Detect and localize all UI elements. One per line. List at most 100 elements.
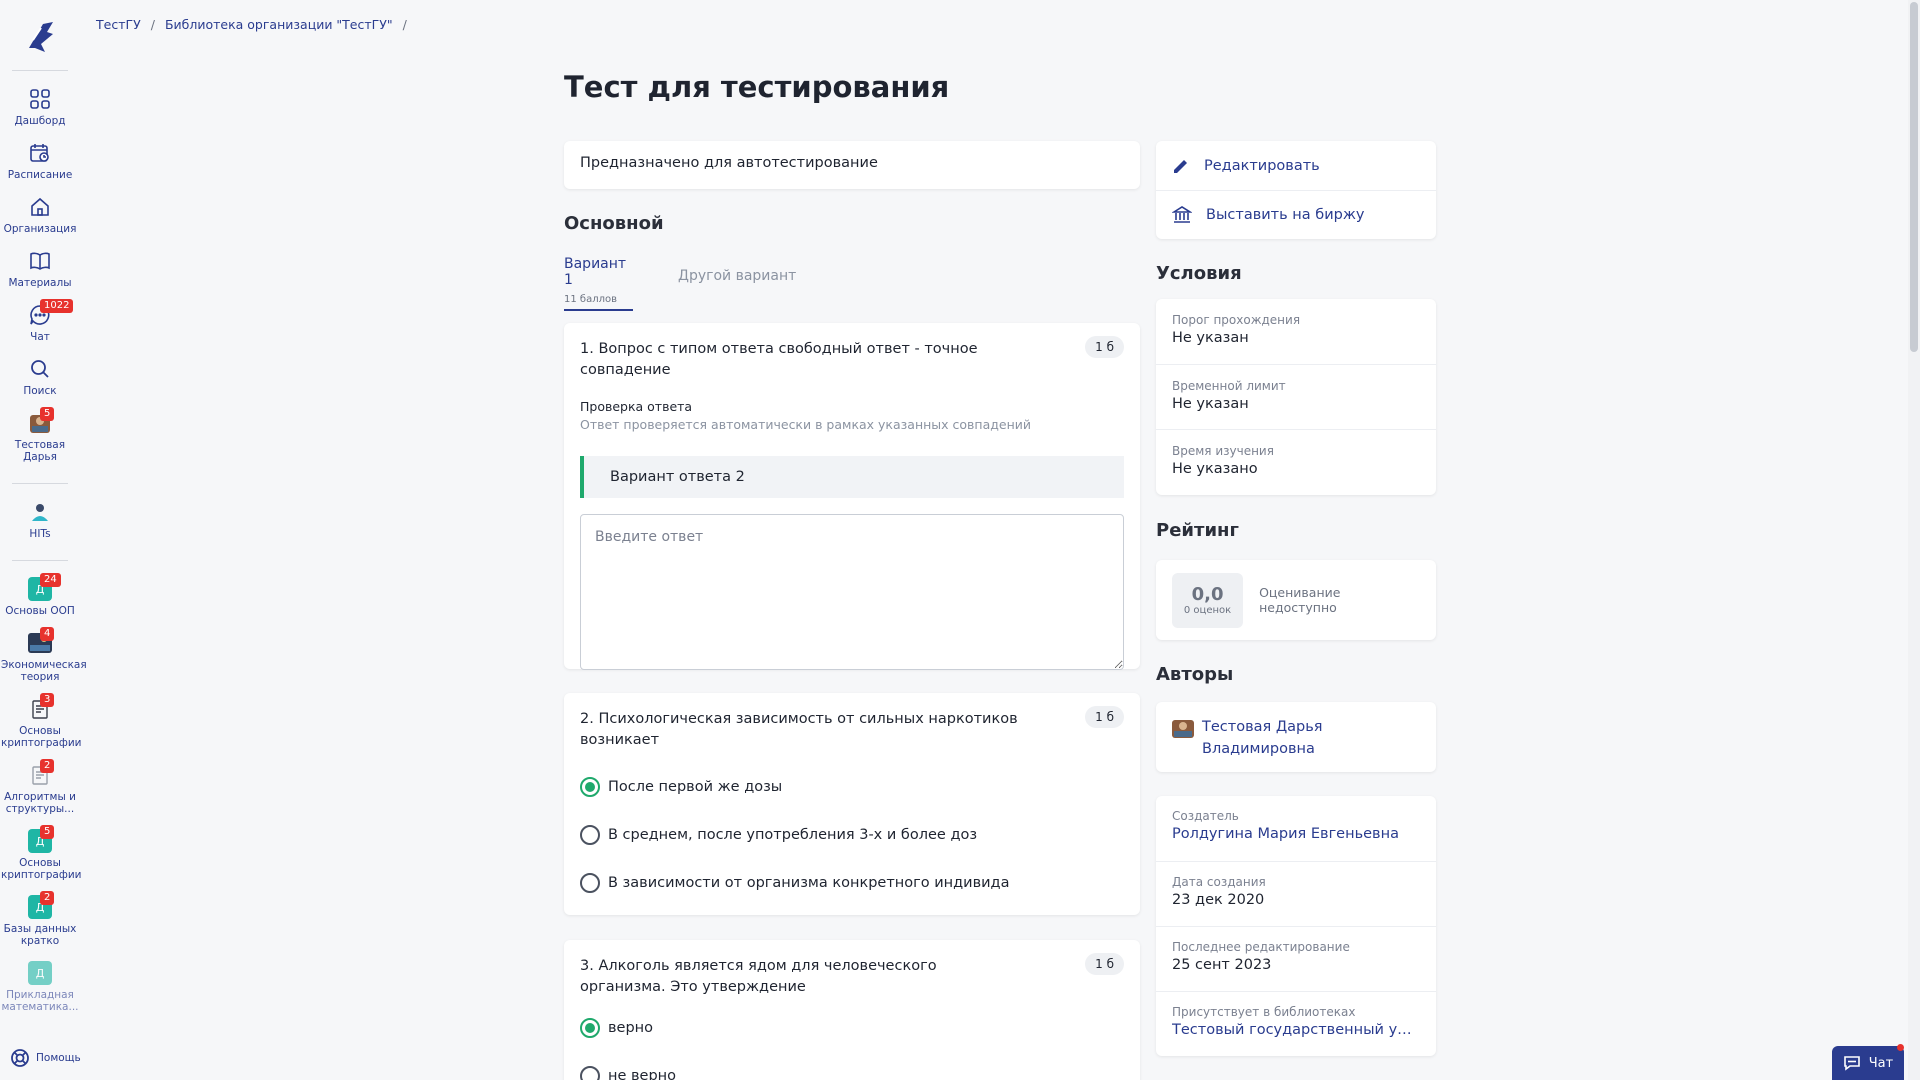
authors-title: Авторы [1156, 664, 1234, 685]
sidebar-item-course[interactable]: 4 Экономическая теория [0, 623, 87, 689]
condition-value: Не указан [1172, 396, 1249, 412]
library-link[interactable]: Тестовый государственный университет [1172, 1022, 1420, 1038]
creator-link[interactable]: Ролдугина Мария Евгеньевна [1172, 826, 1420, 842]
radio-option[interactable]: В среднем, после употребления 3-х и боле… [580, 811, 1124, 859]
sidebar-item-label: Материалы [8, 277, 72, 289]
sidebar-item-label: Дашборд [14, 115, 66, 127]
radio-selected[interactable] [580, 777, 600, 797]
description-text: Предназначено для автотестирование [580, 155, 878, 171]
pencil-icon [1174, 159, 1187, 173]
sidebar-item-dashboard[interactable]: Дашборд [0, 79, 80, 133]
rating-title: Рейтинг [1156, 520, 1239, 541]
sidebar-item-label: Чат [30, 331, 50, 343]
meta-row: Дата создания 23 дек 2020 [1156, 861, 1436, 926]
sidebar-item-search[interactable]: Поиск [0, 349, 80, 403]
radio-option[interactable]: В зависимости от организма конкретного и… [580, 859, 1124, 907]
radio-unselected[interactable] [580, 825, 600, 845]
section-title-main: Основной [564, 213, 664, 234]
page-scrollbar[interactable] [1908, 0, 1920, 1080]
answer-variant: Вариант ответа 2 [580, 456, 1124, 498]
tab-other-variant[interactable]: Другой вариант [678, 268, 796, 284]
chat-count-badge: 1022 [40, 299, 74, 313]
radio-unselected[interactable] [580, 873, 600, 893]
sidebar-divider [12, 70, 68, 71]
tab-variant-1[interactable]: Вариант 1 11 баллов [564, 256, 633, 311]
logo-icon[interactable] [23, 18, 57, 56]
radio-option[interactable]: После первой же дозы [580, 763, 1124, 811]
condition-key: Временной лимит [1172, 379, 1286, 393]
publish-exchange-button[interactable]: Выставить на биржу [1156, 190, 1436, 239]
breadcrumb-link[interactable]: Библиотека организации "ТестГУ" [165, 17, 393, 32]
chat-label: Чат [1868, 1055, 1894, 1071]
sidebar-item-label: Базы данных кратко [3, 923, 77, 947]
sidebar-item-label: Организация [3, 223, 77, 235]
condition-key: Время изучения [1172, 444, 1274, 458]
help-link[interactable]: Помощь [10, 1048, 81, 1068]
option-label: не верно [608, 1068, 677, 1080]
sidebar-item-schedule[interactable]: Расписание [0, 133, 80, 187]
sidebar-item-chat[interactable]: 1022 Чат [0, 295, 80, 349]
actions-card: Редактировать Выставить на биржу [1156, 141, 1436, 239]
answer-input[interactable] [580, 514, 1124, 670]
check-title: Проверка ответа [580, 399, 693, 414]
condition-row: Порог прохождения Не указан [1156, 299, 1436, 364]
radio-selected[interactable] [580, 1018, 600, 1038]
condition-key: Порог прохождения [1172, 313, 1301, 327]
breadcrumb-link[interactable]: ТестГУ [96, 17, 141, 32]
book-icon [28, 249, 52, 273]
course-count-badge: 4 [40, 627, 55, 641]
tab-points: 11 баллов [564, 294, 617, 305]
question-card: 3. Алкоголь является ядом для человеческ… [564, 940, 1140, 1080]
tab-label: Другой вариант [678, 268, 797, 284]
option-label: В зависимости от организма конкретного и… [608, 875, 1010, 891]
sidebar-item-label: Алгоритмы и структуры... [4, 791, 76, 815]
option-label: верно [608, 1020, 654, 1036]
conditions-card: Порог прохождения Не указан Временной ли… [1156, 299, 1436, 495]
tab-label: Вариант 1 [564, 256, 627, 288]
sidebar-item-label: Основы ООП [5, 605, 75, 617]
lifebuoy-icon [11, 1049, 29, 1067]
course-count-badge: 5 [40, 825, 55, 839]
search-icon [28, 357, 52, 381]
sidebar-item-course[interactable]: 2 Алгоритмы и структуры... [0, 755, 80, 821]
radio-unselected[interactable] [580, 1066, 600, 1080]
authors-card: Тестовая Дарья Владимировна [1156, 702, 1436, 772]
meta-row: Создатель Ролдугина Мария Евгеньевна [1156, 796, 1436, 861]
rating-note: Оценивание недоступно [1259, 585, 1341, 615]
author-link[interactable]: Тестовая Дарья Владимировна [1202, 716, 1342, 760]
bank-icon [1172, 206, 1192, 223]
edit-button[interactable]: Редактировать [1156, 141, 1436, 190]
sidebar-item-label: Поиск [23, 385, 57, 397]
sidebar-item-course[interactable]: 3 Основы криптографии [0, 689, 81, 755]
rating-value: 0,0 [1191, 584, 1224, 605]
sidebar-item-hits[interactable]: HITs [0, 492, 80, 546]
radio-option[interactable]: не верно [580, 1052, 1124, 1080]
sidebar-item-materials[interactable]: Материалы [0, 241, 80, 295]
sidebar-item-organization[interactable]: Организация [0, 187, 80, 241]
radio-option[interactable]: верно [580, 1004, 1124, 1052]
help-label: Помощь [36, 1052, 81, 1064]
sidebar-item-label: Основы криптографии [1, 857, 82, 881]
sidebar-item-course[interactable]: Д Прикладная математика... [0, 953, 80, 1019]
sidebar-item-course[interactable]: Д 24 Основы ООП [0, 569, 80, 623]
author-avatar [1172, 720, 1194, 738]
sidebar-item-label: Экономическая теория [1, 659, 87, 683]
sidebar-item-label: Тестовая Дарья [14, 439, 66, 463]
chat-float-button[interactable]: Чат [1832, 1044, 1904, 1080]
meta-row: Последнее редактирование 25 сент 2023 [1156, 926, 1436, 991]
description-card: Предназначено для автотестирование [564, 141, 1140, 189]
course-count-badge: 3 [40, 693, 55, 707]
option-label: В среднем, после употребления 3-х и боле… [608, 827, 978, 843]
sidebar-item-course[interactable]: Д 2 Базы данных кратко [0, 887, 80, 953]
breadcrumb-separator: / [150, 17, 155, 32]
condition-row: Временной лимит Не указан [1156, 364, 1436, 429]
sidebar-item-course[interactable]: Д 5 Основы криптографии [0, 821, 82, 887]
scrollbar-thumb[interactable] [1910, 2, 1918, 352]
question-card: 1. Вопрос с типом ответа свободный ответ… [564, 323, 1140, 670]
question-card: 2. Психологическая зависимость от сильны… [564, 693, 1140, 915]
course-count-badge: 2 [40, 759, 55, 773]
sidebar-divider [12, 483, 68, 484]
sidebar-item-profile[interactable]: 5 Тестовая Дарья [0, 403, 80, 469]
profile-count-badge: 5 [40, 407, 55, 421]
sidebar-item-label: Расписание [7, 169, 73, 181]
